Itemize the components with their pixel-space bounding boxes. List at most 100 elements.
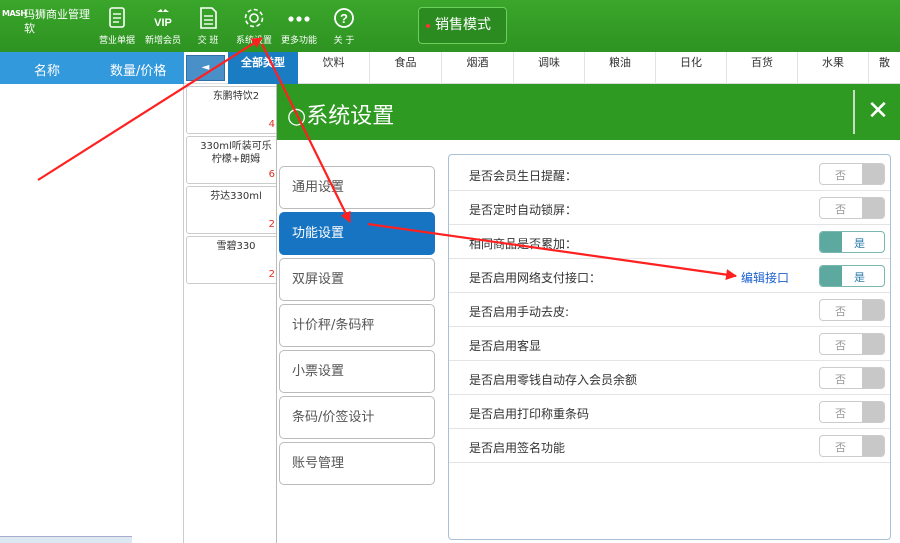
toolbar-system-settings-button[interactable]: 系统设置 [232, 6, 276, 48]
cart-list-panel [0, 84, 184, 543]
menu-scale-settings[interactable]: 计价秤/条码秤 [279, 304, 435, 347]
edit-interface-link[interactable]: 编辑接口 [741, 269, 789, 286]
menu-general-settings[interactable]: 通用设置 [279, 166, 435, 209]
category-tab[interactable]: 百货 [727, 52, 798, 84]
option-toggle[interactable]: 是 [819, 231, 885, 253]
product-name: 330ml听装可乐 [200, 141, 272, 152]
option-label: 是否启用客显 [469, 339, 542, 353]
function-options-panel: 是否会员生日提醒： 否 是否定时自动锁屏： 否 相同商品是否累加： 是 是否启用… [448, 154, 891, 540]
option-label: 是否启用打印称重条码 [469, 407, 590, 421]
product-price: 4 [268, 119, 275, 130]
toggle-value: 否 [835, 373, 846, 386]
sales-mode-label: 销售模式 [435, 17, 491, 33]
toggle-knob [862, 368, 884, 388]
option-toggle[interactable]: 否 [819, 435, 885, 457]
option-label: 是否启用零钱自动存入会员余额 [469, 373, 638, 387]
dialog-title: ○系统设置 [287, 104, 395, 129]
toggle-knob [862, 164, 884, 184]
option-row-member-birthday: 是否会员生日提醒： 否 [449, 157, 890, 191]
toolbar-label: 交 班 [197, 36, 219, 46]
sales-mode-button[interactable]: 销售模式 [418, 7, 507, 44]
product-name-line2: 柠檬+朗姆 [211, 154, 261, 165]
toggle-knob [862, 300, 884, 320]
logo-mark: MASH [2, 9, 27, 18]
option-toggle[interactable]: 否 [819, 401, 885, 423]
option-row-change-to-balance: 是否启用零钱自动存入会员余额 否 [449, 361, 890, 395]
menu-function-settings[interactable]: 功能设置 [279, 212, 435, 255]
option-toggle[interactable]: 否 [819, 197, 885, 219]
toggle-knob [862, 198, 884, 218]
toggle-value: 否 [835, 305, 846, 318]
category-tab[interactable]: 水果 [798, 52, 869, 84]
option-row-auto-lock: 是否定时自动锁屏： 否 [449, 191, 890, 225]
more-dots-icon [278, 6, 320, 30]
svg-text:?: ? [340, 11, 348, 26]
option-label: 是否启用手动去皮: [469, 305, 570, 319]
category-tab[interactable]: 饮料 [298, 52, 370, 84]
option-label: 相同商品是否累加： [469, 237, 578, 251]
menu-dual-screen-settings[interactable]: 双屏设置 [279, 258, 435, 301]
option-toggle[interactable]: 是 [819, 265, 885, 287]
header-divider [853, 90, 855, 134]
toolbar-label: 系统设置 [235, 36, 272, 46]
toolbar-label: 更多功能 [280, 36, 317, 46]
toolbar-label: 关 于 [333, 36, 355, 46]
toggle-knob [820, 266, 842, 286]
category-tab[interactable]: 散 [869, 52, 900, 84]
product-name: 东鹏特饮2 [212, 91, 260, 102]
toolbar-more-functions-button[interactable]: 更多功能 [278, 6, 320, 48]
toggle-knob [862, 402, 884, 422]
menu-barcode-label-design[interactable]: 条码/价签设计 [279, 396, 435, 439]
toggle-value: 是 [854, 271, 865, 284]
option-row-customer-display: 是否启用客显 否 [449, 327, 890, 361]
option-toggle[interactable]: 否 [819, 333, 885, 355]
category-tab[interactable]: 烟酒 [442, 52, 514, 84]
svg-text:VIP: VIP [154, 17, 172, 29]
toggle-value: 否 [835, 339, 846, 352]
product-tile[interactable]: 雪碧330 2 [186, 236, 286, 284]
option-toggle[interactable]: 否 [819, 367, 885, 389]
close-icon[interactable]: ✕ [861, 94, 895, 128]
cart-header: 名称 数量/价格 [0, 52, 184, 84]
option-label: 是否启用网络支付接口： [469, 271, 602, 285]
toggle-knob [862, 436, 884, 456]
system-settings-dialog: ○系统设置 ✕ 通用设置 功能设置 双屏设置 计价秤/条码秤 小票设置 条码/价… [276, 84, 900, 543]
toggle-value: 否 [835, 407, 846, 420]
option-label: 是否会员生日提醒： [469, 169, 578, 183]
category-tab[interactable]: 日化 [656, 52, 727, 84]
product-tile[interactable]: 芬达330ml 2 [186, 186, 286, 234]
category-tab[interactable]: 调味 [514, 52, 585, 84]
option-row-merge-same-items: 相同商品是否累加： 是 [449, 225, 890, 259]
category-tab[interactable]: 粮油 [585, 52, 656, 84]
category-tab[interactable]: 食品 [370, 52, 442, 84]
product-name: 芬达330ml [210, 191, 262, 202]
product-tile[interactable]: 东鹏特饮2 4 [186, 86, 286, 134]
product-price: 2 [268, 219, 275, 230]
toolbar-about-button[interactable]: ? 关 于 [324, 6, 364, 48]
toolbar-shift-button[interactable]: 交 班 [188, 6, 228, 48]
product-tile[interactable]: 330ml听装可乐 柠檬+朗姆 6 [186, 136, 286, 184]
option-toggle[interactable]: 否 [819, 299, 885, 321]
toggle-value: 是 [854, 237, 865, 250]
toolbar-business-docs-button[interactable]: 营业单据 [96, 6, 138, 48]
toolbar-add-member-button[interactable]: VIP 新增会员 [142, 6, 184, 48]
product-price: 6 [268, 169, 275, 180]
gear-icon [232, 6, 276, 30]
category-all-tab[interactable]: 全部类型 [228, 52, 298, 84]
cart-col-name: 名称 [34, 64, 61, 79]
product-name: 雪碧330 [216, 241, 256, 252]
option-toggle[interactable]: 否 [819, 163, 885, 185]
cart-bottom-bar [0, 536, 132, 543]
product-price: 2 [268, 269, 275, 280]
receipt-icon [96, 6, 138, 30]
category-back-button[interactable]: ◄ [186, 55, 225, 81]
app-logo: MASH 玛狮商业管理软 [2, 6, 92, 46]
mode-indicator-dot [426, 24, 430, 28]
question-icon: ? [324, 6, 364, 30]
toggle-value: 否 [835, 169, 846, 182]
option-row-manual-tare: 是否启用手动去皮: 否 [449, 293, 890, 327]
cart-col-qty-price: 数量/价格 [110, 64, 167, 79]
menu-account-management[interactable]: 账号管理 [279, 442, 435, 485]
vip-icon: VIP [142, 6, 184, 30]
menu-receipt-settings[interactable]: 小票设置 [279, 350, 435, 393]
